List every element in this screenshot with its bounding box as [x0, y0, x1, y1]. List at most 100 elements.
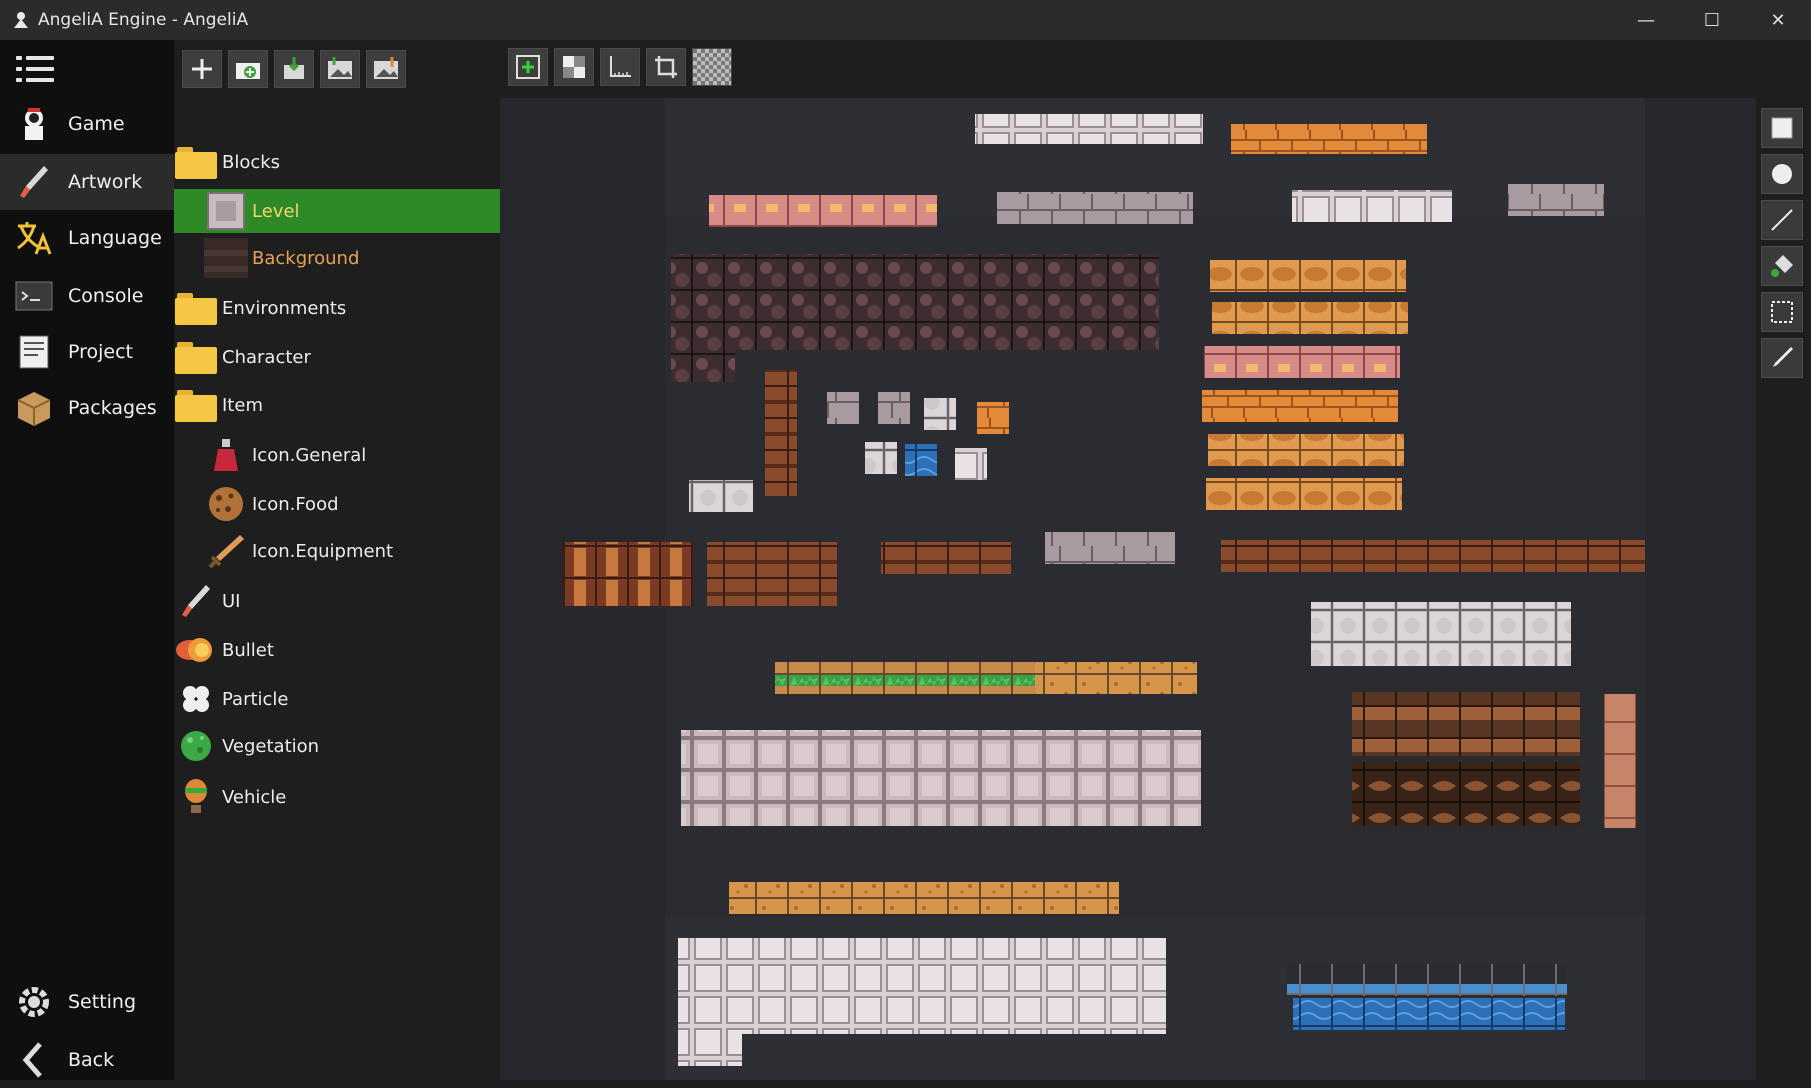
sprite-group[interactable] — [878, 392, 910, 424]
sprite-group[interactable] — [678, 938, 1166, 1034]
add-icon[interactable] — [182, 50, 222, 88]
sprite-group[interactable] — [905, 444, 937, 476]
bucket-icon[interactable] — [1761, 246, 1803, 286]
sprite-group[interactable] — [681, 730, 1201, 826]
sprite-group[interactable] — [689, 480, 753, 512]
package-icon — [14, 388, 54, 428]
sprite-group[interactable] — [1221, 540, 1645, 572]
line-icon[interactable] — [1761, 200, 1803, 240]
tree-item-icon-food[interactable]: Icon.Food — [174, 482, 500, 526]
checker-icon[interactable] — [554, 48, 594, 86]
transparency-icon[interactable] — [692, 48, 732, 86]
sprite-group[interactable] — [1604, 694, 1636, 828]
sprite-group[interactable] — [671, 350, 735, 382]
tree-folder-character[interactable]: Character — [174, 335, 500, 379]
nav-item-console[interactable]: Console — [0, 268, 174, 324]
sprite-group[interactable] — [707, 542, 837, 606]
ui-brush-icon — [174, 581, 218, 621]
add-folder-icon[interactable] — [228, 50, 268, 88]
canvas-toolbar — [500, 40, 1760, 98]
sprite-group[interactable] — [1035, 662, 1197, 694]
close-button[interactable]: ✕ — [1745, 0, 1811, 40]
add-sprite-icon[interactable] — [508, 48, 548, 86]
sprite-group[interactable] — [1206, 478, 1402, 510]
sprite-group[interactable] — [729, 882, 1119, 914]
sprite-group[interactable] — [997, 192, 1193, 224]
maximize-button[interactable]: ☐ — [1679, 0, 1745, 40]
sprite-group[interactable] — [955, 448, 987, 480]
tree-folder-environments[interactable]: Environments — [174, 286, 500, 330]
tree-item-icon-general[interactable]: Icon.General — [174, 433, 500, 477]
sprite-group[interactable] — [1210, 260, 1406, 292]
sprite-group[interactable] — [709, 195, 937, 227]
sprite-group[interactable] — [865, 442, 897, 474]
sprite-group[interactable] — [881, 542, 1011, 574]
folder-icon — [174, 337, 218, 377]
ruler-icon[interactable] — [600, 48, 640, 86]
tree-label: Icon.Equipment — [252, 540, 394, 562]
sprite-canvas[interactable] — [500, 98, 1756, 1080]
sprite-group[interactable] — [1212, 302, 1408, 334]
tree-item-vegetation[interactable]: Vegetation — [174, 724, 500, 768]
hamburger-menu-icon[interactable] — [16, 54, 56, 86]
crop-icon[interactable] — [646, 48, 686, 86]
sword-icon — [204, 531, 248, 571]
selection-icon[interactable] — [1761, 292, 1803, 332]
back-arrow-icon — [14, 1040, 54, 1080]
sprite-group[interactable] — [1293, 998, 1565, 1030]
sprite-group[interactable] — [1045, 532, 1175, 564]
import-image-icon[interactable] — [320, 50, 360, 88]
nav-item-project[interactable]: Project — [0, 324, 174, 380]
tree-item-ui[interactable]: UI — [174, 579, 500, 623]
tree-folder-blocks[interactable]: Blocks — [174, 140, 500, 184]
sprite-group[interactable] — [671, 254, 1159, 350]
sprite-group[interactable] — [1352, 692, 1580, 756]
sprite-group[interactable] — [563, 542, 693, 606]
tree-label: Icon.General — [252, 444, 367, 466]
sprite-group[interactable] — [1292, 190, 1452, 222]
circle-icon[interactable] — [1761, 154, 1803, 194]
sprite-group[interactable] — [1204, 346, 1400, 378]
sprite-group[interactable] — [1208, 434, 1404, 466]
tree-item-vehicle[interactable]: Vehicle — [174, 775, 500, 819]
language-icon — [14, 218, 54, 258]
sprite-group[interactable] — [678, 1034, 742, 1066]
pen-icon[interactable] — [1761, 338, 1803, 378]
sprite-group[interactable] — [1508, 184, 1604, 216]
sprite-sheet-view[interactable] — [500, 98, 1756, 1080]
nav-item-artwork[interactable]: Artwork — [0, 154, 174, 210]
rectangle-icon[interactable] — [1761, 108, 1803, 148]
sprite-group[interactable] — [1287, 964, 1567, 996]
sprite-group[interactable] — [1231, 124, 1427, 154]
nav-item-packages[interactable]: Packages — [0, 380, 174, 436]
app-logo-icon — [10, 9, 32, 31]
tree-item-level[interactable]: Level — [174, 189, 500, 233]
nav-item-language[interactable]: Language — [0, 210, 174, 266]
sprite-group[interactable] — [827, 392, 859, 424]
drawing-tools-panel — [1756, 98, 1811, 1080]
sprite-group[interactable] — [1352, 762, 1580, 826]
tree-folder-item[interactable]: Item — [174, 383, 500, 427]
sprite-group[interactable] — [975, 114, 1203, 144]
sprite-group[interactable] — [924, 398, 956, 430]
tree-item-background[interactable]: Background — [174, 236, 500, 280]
nav-item-game[interactable]: Game — [0, 96, 174, 152]
tree-label: Item — [222, 394, 263, 416]
tree-label: Bullet — [222, 639, 274, 661]
sprite-group[interactable] — [977, 402, 1009, 434]
nav-label: Console — [68, 285, 144, 307]
tree-label: Environments — [222, 297, 347, 319]
tree-label: Background — [252, 247, 360, 269]
export-image-icon[interactable] — [366, 50, 406, 88]
import-icon[interactable] — [274, 50, 314, 88]
sprite-group[interactable] — [1311, 602, 1571, 666]
sprite-group[interactable] — [765, 370, 797, 496]
tree-item-bullet[interactable]: Bullet — [174, 628, 500, 672]
tree-item-icon-equipment[interactable]: Icon.Equipment — [174, 529, 500, 573]
sprite-group[interactable] — [1202, 390, 1398, 422]
tree-item-particle[interactable]: Particle — [174, 677, 500, 721]
nav-label: Packages — [68, 397, 157, 419]
nav-item-setting[interactable]: Setting — [0, 974, 174, 1030]
nav-label: Setting — [68, 991, 137, 1013]
minimize-button[interactable]: — — [1613, 0, 1679, 40]
